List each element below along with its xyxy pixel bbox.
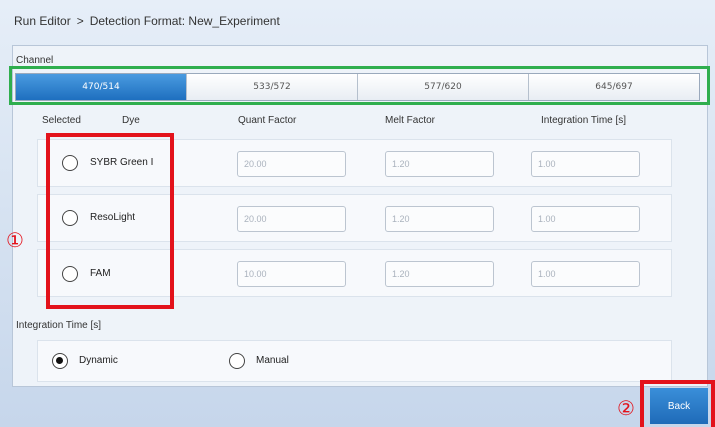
- quant-factor-field[interactable]: 10.00: [237, 261, 346, 287]
- melt-factor-field[interactable]: 1.20: [385, 151, 494, 177]
- radio-selected-dot: [56, 357, 63, 364]
- channel-label: Channel: [16, 55, 54, 66]
- quant-factor-field[interactable]: 20.00: [237, 151, 346, 177]
- header-quant-factor: Quant Factor: [238, 115, 297, 126]
- back-button-highlight-box: [640, 380, 715, 427]
- dynamic-radio[interactable]: [52, 353, 68, 369]
- integration-time-field[interactable]: 1.00: [531, 151, 640, 177]
- manual-label: Manual: [256, 355, 289, 366]
- header-selected: Selected: [42, 115, 81, 126]
- melt-factor-field[interactable]: 1.20: [385, 206, 494, 232]
- breadcrumb-separator-icon: >: [76, 14, 84, 28]
- manual-radio[interactable]: [229, 353, 245, 369]
- breadcrumb: Run Editor > Detection Format: New_Experim…: [14, 14, 280, 28]
- header-integration-time: Integration Time [s]: [541, 115, 627, 126]
- dynamic-label: Dynamic: [79, 355, 118, 366]
- breadcrumb-parent[interactable]: Run Editor: [14, 14, 71, 28]
- header-dye: Dye: [122, 115, 140, 126]
- quant-factor-field[interactable]: 20.00: [237, 206, 346, 232]
- dye-selection-highlight-box: [46, 133, 174, 309]
- integration-time-field[interactable]: 1.00: [531, 206, 640, 232]
- melt-factor-field[interactable]: 1.20: [385, 261, 494, 287]
- annotation-marker-2: ②: [617, 396, 635, 420]
- channel-highlight-box: [9, 66, 710, 105]
- header-melt-factor: Melt Factor: [385, 115, 436, 126]
- integration-time-options: [37, 340, 672, 382]
- breadcrumb-current: Detection Format: New_Experiment: [89, 14, 280, 28]
- integration-time-field[interactable]: 1.00: [531, 261, 640, 287]
- integration-time-label: Integration Time [s]: [16, 320, 102, 331]
- annotation-marker-1: ①: [6, 228, 24, 252]
